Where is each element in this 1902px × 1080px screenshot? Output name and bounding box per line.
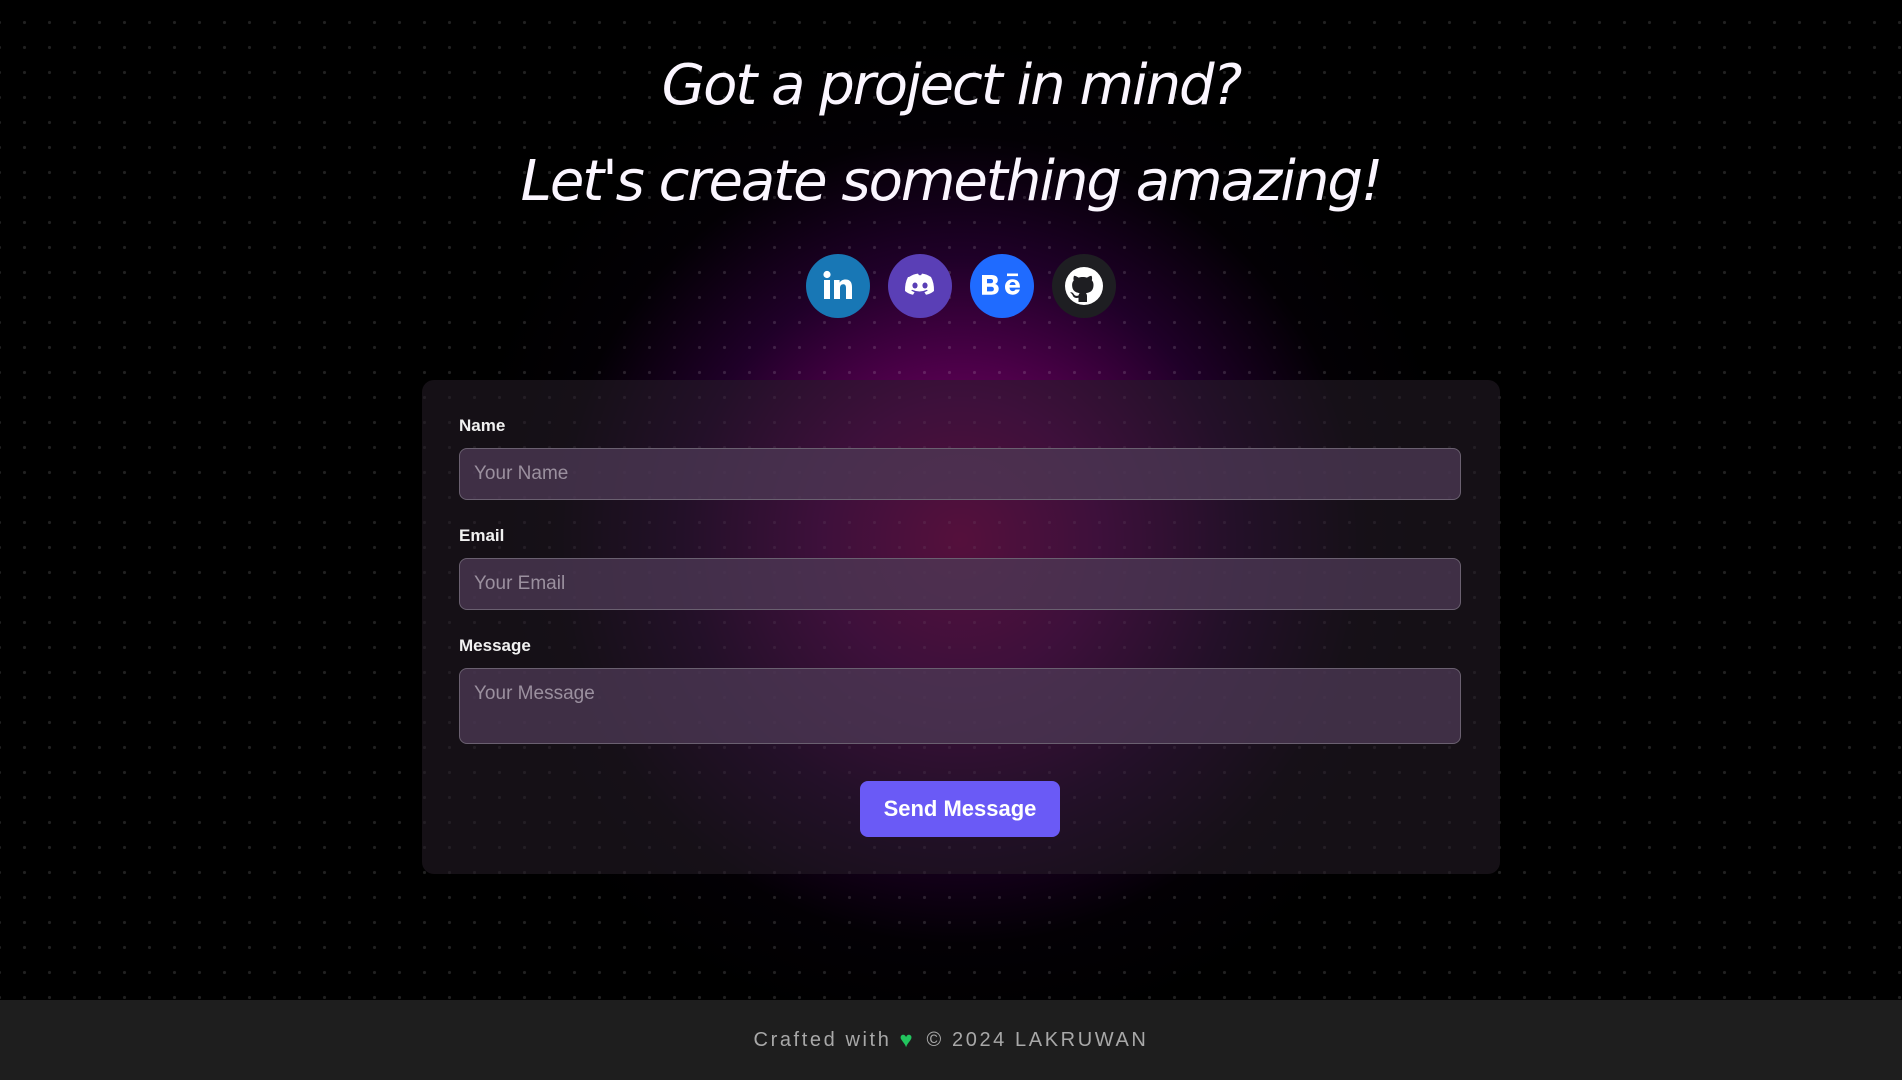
message-label: Message [459,636,531,655]
hero-subtitle: Let's create something amazing! [520,149,1384,214]
contact-page: Got a project in mind? Let's create some… [0,0,1902,1080]
send-message-button[interactable]: Send Message [860,781,1060,837]
email-input[interactable] [459,558,1461,610]
discord-link[interactable] [888,254,952,318]
github-icon [1063,265,1105,307]
heart-icon: ♥ [899,1027,913,1052]
footer-copyright: © 2024 LAKRUWAN [926,1028,1149,1051]
hero: Got a project in mind? Let's create some… [0,48,1902,220]
contact-form: Name Email Message Send Message [422,380,1500,874]
behance-link[interactable] [970,254,1034,318]
hero-title: Got a project in mind? [661,53,1243,118]
social-links [806,254,1116,318]
discord-icon [902,268,938,304]
behance-icon [980,271,1024,301]
footer-prefix: Crafted with [753,1028,892,1051]
footer: Crafted with ♥ © 2024 LAKRUWAN [0,1000,1902,1080]
email-label: Email [459,526,505,545]
github-link[interactable] [1052,254,1116,318]
linkedin-icon [818,266,858,306]
name-input[interactable] [459,448,1461,500]
message-textarea[interactable] [459,668,1461,744]
name-label: Name [459,416,506,435]
linkedin-link[interactable] [806,254,870,318]
